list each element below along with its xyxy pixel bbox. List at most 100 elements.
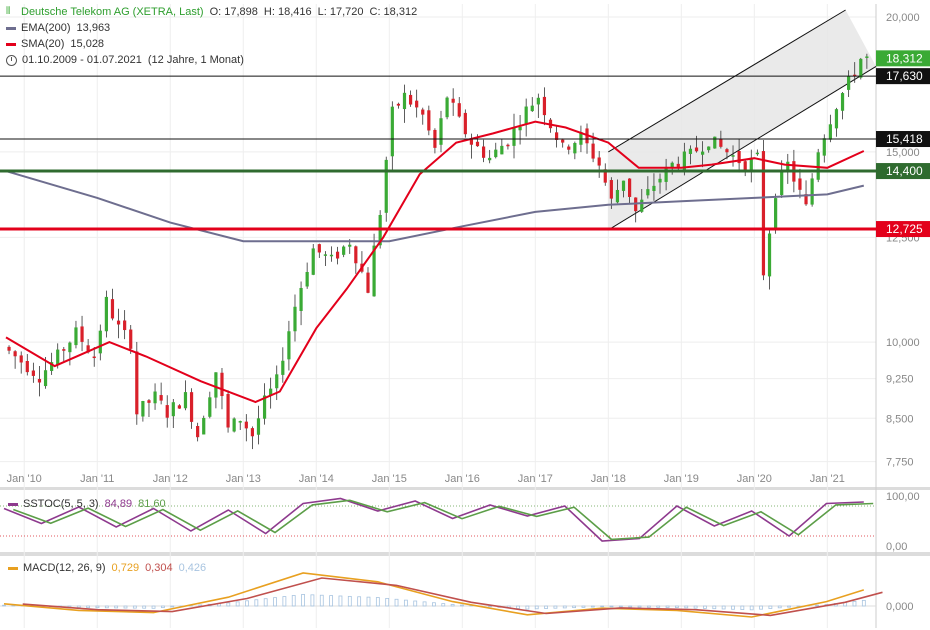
candle-body: [305, 271, 309, 287]
candle-body: [682, 151, 686, 172]
candle-body: [475, 141, 480, 147]
macd-hist-bar: [114, 605, 119, 609]
candle-body: [494, 149, 498, 158]
candle-body: [755, 152, 759, 155]
price-chart: Jan '10 Jan '11 Jan '12 Jan '13 Jan '14 Jan '…: [0, 4, 930, 628]
macd-hist-bar: [787, 605, 791, 608]
candle-body: [798, 178, 802, 190]
candle-body: [335, 251, 340, 259]
macd-hist-bar: [740, 605, 745, 610]
macd-value-1: 0,729: [111, 562, 140, 574]
macd-hist-bar: [104, 605, 109, 609]
candle-body: [293, 306, 297, 332]
candle-body: [445, 97, 449, 118]
candle-body: [342, 246, 346, 255]
candle-body: [597, 157, 601, 166]
range-label: 01.10.2009 - 01.07.2021: [22, 54, 142, 66]
panel-separator: [0, 487, 930, 490]
level-label: 15,418: [886, 132, 923, 146]
macd-hist-bar: [132, 605, 137, 609]
macd-hist-bar: [2, 604, 6, 607]
candle-body: [25, 361, 29, 373]
candle-body: [621, 180, 626, 191]
sstoc-tick-label: 100,00: [886, 491, 920, 503]
candle-body: [640, 199, 644, 212]
candle-body: [542, 96, 547, 116]
candle-body: [80, 326, 84, 342]
candle-body: [256, 418, 261, 435]
candle-body: [774, 198, 778, 230]
candle-body: [68, 342, 72, 353]
candle-body: [573, 143, 577, 154]
macd-hist-bar: [235, 601, 240, 607]
macd-hist-bar: [693, 605, 698, 609]
candle-body: [408, 94, 413, 105]
macd-hist-bar: [544, 605, 548, 609]
y-tick-label: 20,000: [886, 12, 920, 24]
macd-hist-bar: [581, 605, 586, 608]
y-tick-label: 15,000: [886, 147, 920, 159]
macd-hist-bar: [656, 605, 661, 608]
macd-hist-bar: [441, 603, 446, 607]
range-detail: (12 Jahre, 1 Monat): [147, 54, 244, 66]
macd-hist-bar: [749, 605, 754, 611]
x-tick-label: Jan '11: [80, 473, 114, 485]
macd-hist-bar: [357, 596, 362, 607]
macd-hist-bar: [347, 595, 352, 607]
macd-hist-bar: [562, 605, 567, 609]
candle-body: [676, 163, 680, 168]
candle-body: [366, 272, 370, 293]
macd-hist-bar: [777, 605, 782, 609]
macd-hist-bar: [263, 598, 268, 607]
x-tick-label: Jan '20: [737, 473, 772, 485]
candle-body: [299, 287, 303, 311]
candle-body: [865, 56, 869, 58]
macd-hist-bar: [684, 605, 689, 609]
candle-body: [165, 405, 169, 418]
y-tick-label: 10,000: [886, 337, 920, 349]
macd-hist-bar: [572, 605, 577, 609]
macd-hist-bar: [301, 594, 305, 607]
x-tick-label: Jan '14: [299, 473, 334, 485]
candle-body: [451, 98, 455, 103]
candle-body: [713, 136, 717, 149]
candle-body: [506, 144, 510, 147]
macd-hist-bar: [403, 599, 408, 607]
candle-body: [518, 126, 522, 131]
macd-hist-bar: [675, 605, 679, 608]
macd-hist-bar: [254, 599, 259, 607]
macd-hist-bar: [273, 597, 277, 607]
candle-body: [463, 112, 467, 135]
macd-hist-bar: [768, 605, 773, 609]
macd-hist-bar: [590, 605, 595, 608]
sma-label: SMA(20): [21, 38, 65, 50]
candle-body: [652, 185, 656, 191]
chart-stage: Jan '10 Jan '11 Jan '12 Jan '13 Jan '14 Jan '…: [0, 0, 930, 630]
candle-body: [591, 143, 595, 159]
candle-body: [7, 346, 11, 351]
candle-body: [123, 320, 127, 331]
sstoc-tick-label: 0,00: [886, 541, 907, 553]
candle-body: [37, 378, 42, 383]
candle-body: [701, 151, 705, 155]
candle-body: [427, 110, 431, 131]
candle-body: [840, 93, 845, 111]
candle-body: [658, 178, 662, 183]
sstoc-value-1: 84,89: [104, 498, 133, 510]
macd-hist-bar: [310, 594, 315, 607]
sstoc-swatch: [8, 502, 18, 506]
macd-hist-bar: [665, 605, 670, 608]
sma-swatch: [6, 42, 16, 46]
macd-hist-bar: [329, 595, 334, 607]
macd-label: MACD(12, 26, 9): [23, 562, 106, 574]
ema200-line: [5, 170, 865, 243]
candle-body: [31, 370, 35, 376]
candle-body: [488, 157, 492, 161]
candle-body: [561, 139, 565, 143]
macd-hist-bar: [291, 595, 296, 607]
candle-body: [56, 349, 60, 366]
candle-body: [226, 393, 230, 428]
candle-body: [847, 75, 851, 90]
candle-body: [214, 372, 218, 398]
macd-hist-bar: [628, 605, 633, 608]
